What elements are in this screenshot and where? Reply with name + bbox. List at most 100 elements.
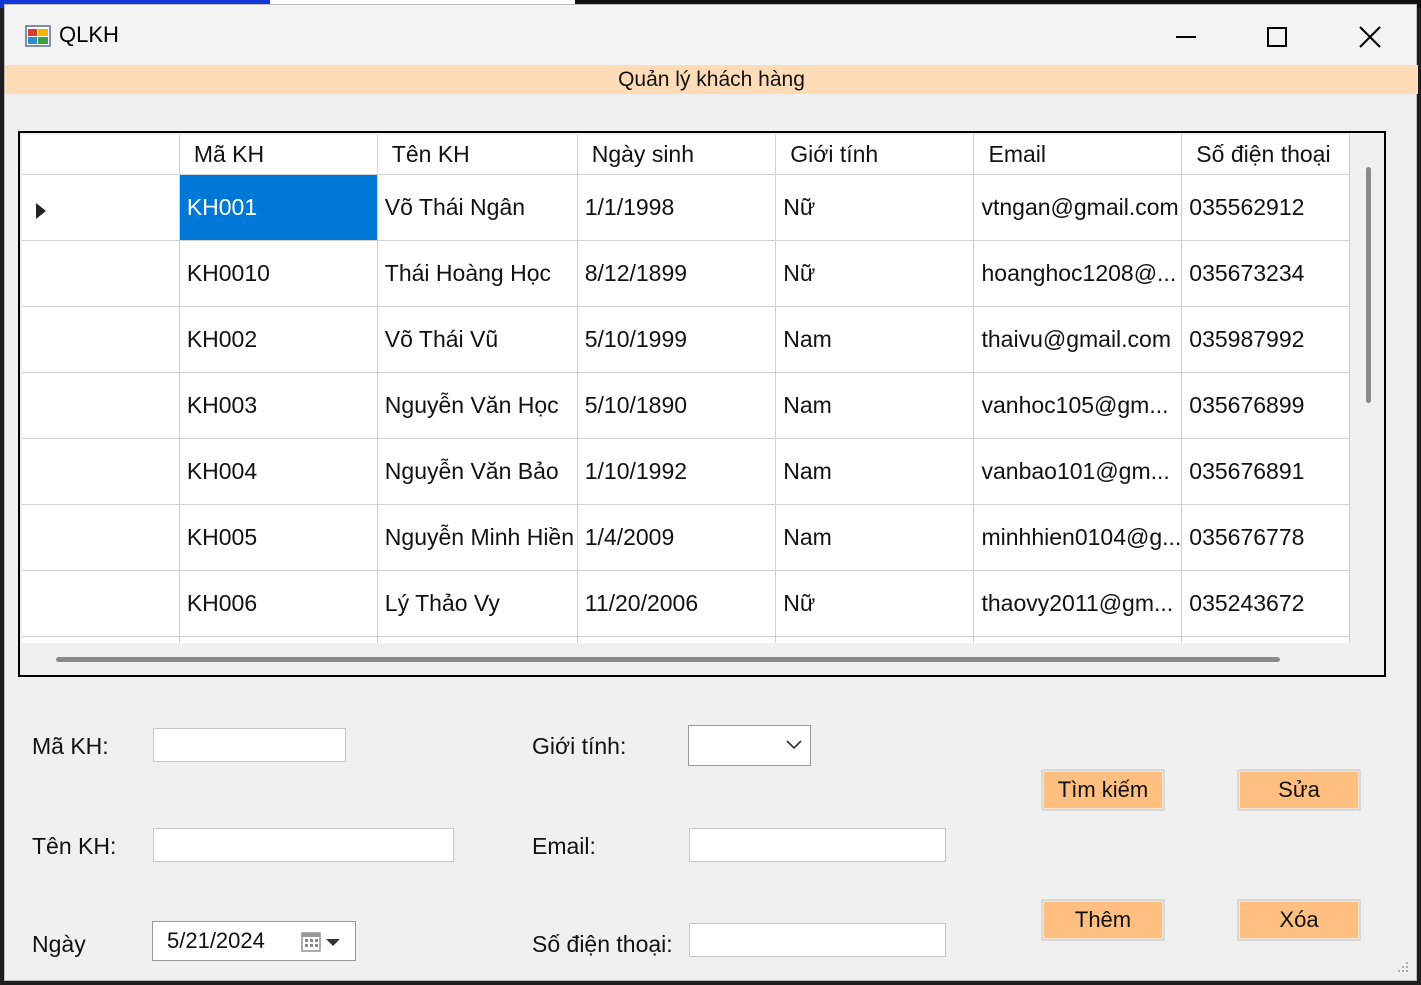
table-row[interactable]: KH005 Nguyễn Minh Hiền 1/4/2009 Nam minh… (22, 504, 1350, 571)
cell-ngay-sinh[interactable]: 5/10/1890 (577, 372, 777, 439)
row-header[interactable] (22, 570, 180, 637)
ten-kh-input[interactable] (153, 828, 454, 862)
cell-so-dien-thoai[interactable]: 035243672 (1181, 570, 1350, 637)
row-header[interactable] (22, 372, 180, 439)
horizontal-scrollbar[interactable] (56, 657, 1280, 662)
cell-ngay-sinh[interactable]: 1/1/1998 (577, 174, 777, 241)
cell-gioi-tinh[interactable] (775, 636, 975, 643)
row-header[interactable] (22, 504, 180, 571)
gioi-tinh-label: Giới tính: (532, 733, 627, 759)
cell-ten-kh[interactable]: Thái Hoàng Học (377, 240, 578, 307)
table-header-row: Mã KH Tên KH Ngày sinh Giới tính Email S… (22, 135, 1350, 175)
ngay-date-value: 5/21/2024 (167, 928, 265, 953)
cell-so-dien-thoai[interactable]: 035562912 (1181, 174, 1350, 241)
cell-ten-kh[interactable] (377, 636, 578, 643)
row-header[interactable] (22, 240, 180, 307)
xoa-button[interactable]: Xóa (1237, 899, 1361, 941)
cell-ma-kh[interactable]: KH006 (179, 570, 378, 637)
cell-email[interactable]: vtngan@gmail.com (973, 174, 1183, 241)
cell-email[interactable] (973, 636, 1183, 643)
cell-so-dien-thoai[interactable]: 035673234 (1181, 240, 1350, 307)
cell-gioi-tinh[interactable]: Nam (775, 438, 975, 505)
column-header-corner[interactable] (22, 135, 180, 175)
column-header-so-dien-thoai[interactable]: Số điện thoại (1181, 135, 1350, 175)
current-row-arrow-icon (36, 203, 46, 219)
cell-ngay-sinh[interactable]: 11/20/2006 (577, 570, 777, 637)
email-input[interactable] (689, 828, 946, 862)
gioi-tinh-select[interactable] (688, 725, 811, 766)
cell-ten-kh[interactable]: Nguyễn Văn Học (377, 372, 578, 439)
cell-ma-kh[interactable]: KH004 (179, 438, 378, 505)
cell-email[interactable]: thaivu@gmail.com (973, 306, 1183, 373)
table-row[interactable]: KH006 Lý Thảo Vy 11/20/2006 Nữ thaovy201… (22, 570, 1350, 637)
cell-so-dien-thoai[interactable]: 035676899 (1181, 372, 1350, 439)
sua-button[interactable]: Sửa (1237, 769, 1361, 811)
cell-gioi-tinh[interactable]: Nữ (775, 174, 975, 241)
cell-ten-kh[interactable]: Nguyễn Minh Hiền (377, 504, 578, 571)
cell-ngay-sinh[interactable]: 1/4/2009 (577, 504, 777, 571)
close-button[interactable] (1340, 13, 1400, 61)
cell-ten-kh[interactable]: Nguyễn Văn Bảo (377, 438, 578, 505)
cell-ma-kh[interactable]: KH002 (179, 306, 378, 373)
calendar-dropdown-icon[interactable] (301, 931, 345, 953)
them-button[interactable]: Thêm (1041, 899, 1165, 941)
cell-email[interactable]: vanbao101@gm... (973, 438, 1183, 505)
customer-grid[interactable]: Mã KH Tên KH Ngày sinh Giới tính Email S… (18, 131, 1386, 677)
row-header[interactable] (22, 174, 180, 241)
cell-email[interactable]: hoanghoc1208@... (973, 240, 1183, 307)
cell-ten-kh[interactable]: Võ Thái Vũ (377, 306, 578, 373)
cell-ma-kh[interactable]: KH001 (179, 174, 378, 241)
cell-email[interactable]: vanhoc105@gm... (973, 372, 1183, 439)
cell-so-dien-thoai[interactable]: 035676891 (1181, 438, 1350, 505)
vertical-scrollbar[interactable] (1366, 167, 1371, 403)
cell-ngay-sinh[interactable]: 8/12/1899 (577, 240, 777, 307)
minimize-button[interactable] (1156, 13, 1216, 61)
column-header-email[interactable]: Email (973, 135, 1183, 175)
column-header-ngay-sinh[interactable]: Ngày sinh (577, 135, 777, 175)
cell-gioi-tinh[interactable]: Nam (775, 306, 975, 373)
cell-so-dien-thoai[interactable]: 035987992 (1181, 306, 1350, 373)
cell-gioi-tinh[interactable]: Nữ (775, 570, 975, 637)
app-icon (25, 25, 51, 47)
cell-email[interactable]: thaovy2011@gm... (973, 570, 1183, 637)
tim-kiem-button[interactable]: Tìm kiếm (1041, 769, 1165, 811)
cell-ma-kh[interactable]: KH005 (179, 504, 378, 571)
cell-ma-kh[interactable]: KH003 (179, 372, 378, 439)
table-row[interactable] (22, 636, 1350, 643)
ngay-label: Ngày (32, 931, 86, 957)
ngay-date-picker[interactable]: 5/21/2024 (152, 921, 356, 961)
row-header[interactable] (22, 636, 180, 643)
resize-grip-icon[interactable] (1396, 960, 1410, 974)
cell-ngay-sinh[interactable]: 5/10/1999 (577, 306, 777, 373)
cell-ngay-sinh[interactable] (577, 636, 777, 643)
cell-gioi-tinh[interactable]: Nam (775, 372, 975, 439)
cell-ma-kh[interactable] (179, 636, 378, 643)
so-dien-thoai-input[interactable] (689, 923, 946, 957)
column-header-ma-kh[interactable]: Mã KH (179, 135, 378, 175)
cell-ma-kh[interactable]: KH0010 (179, 240, 378, 307)
table-row[interactable]: KH002 Võ Thái Vũ 5/10/1999 Nam thaivu@gm… (22, 306, 1350, 373)
table-row[interactable]: KH004 Nguyễn Văn Bảo 1/10/1992 Nam vanba… (22, 438, 1350, 505)
row-header[interactable] (22, 438, 180, 505)
table-row[interactable]: KH003 Nguyễn Văn Học 5/10/1890 Nam vanho… (22, 372, 1350, 439)
cell-ngay-sinh[interactable]: 1/10/1992 (577, 438, 777, 505)
cell-email[interactable]: minhhien0104@g... (973, 504, 1183, 571)
cell-ten-kh[interactable]: Võ Thái Ngân (377, 174, 578, 241)
cell-so-dien-thoai[interactable] (1181, 636, 1350, 643)
customer-table[interactable]: Mã KH Tên KH Ngày sinh Giới tính Email S… (22, 135, 1350, 643)
row-header[interactable] (22, 306, 180, 373)
customer-grid-viewport[interactable]: Mã KH Tên KH Ngày sinh Giới tính Email S… (22, 135, 1350, 643)
column-header-gioi-tinh[interactable]: Giới tính (775, 135, 975, 175)
maximize-button[interactable] (1247, 13, 1307, 61)
cell-ten-kh[interactable]: Lý Thảo Vy (377, 570, 578, 637)
ma-kh-input[interactable] (153, 728, 346, 762)
table-row[interactable]: KH0010 Thái Hoàng Học 8/12/1899 Nữ hoang… (22, 240, 1350, 307)
cell-gioi-tinh[interactable]: Nam (775, 504, 975, 571)
title-bar[interactable]: QLKH (5, 5, 1416, 65)
cell-so-dien-thoai[interactable]: 035676778 (1181, 504, 1350, 571)
column-header-ten-kh[interactable]: Tên KH (377, 135, 578, 175)
cell-gioi-tinh[interactable]: Nữ (775, 240, 975, 307)
app-window: QLKH Quản lý khách hàng Mã KH Tên KH Ngà… (4, 4, 1418, 981)
ten-kh-label: Tên KH: (32, 833, 117, 859)
table-row[interactable]: KH001 Võ Thái Ngân 1/1/1998 Nữ vtngan@gm… (22, 174, 1350, 241)
